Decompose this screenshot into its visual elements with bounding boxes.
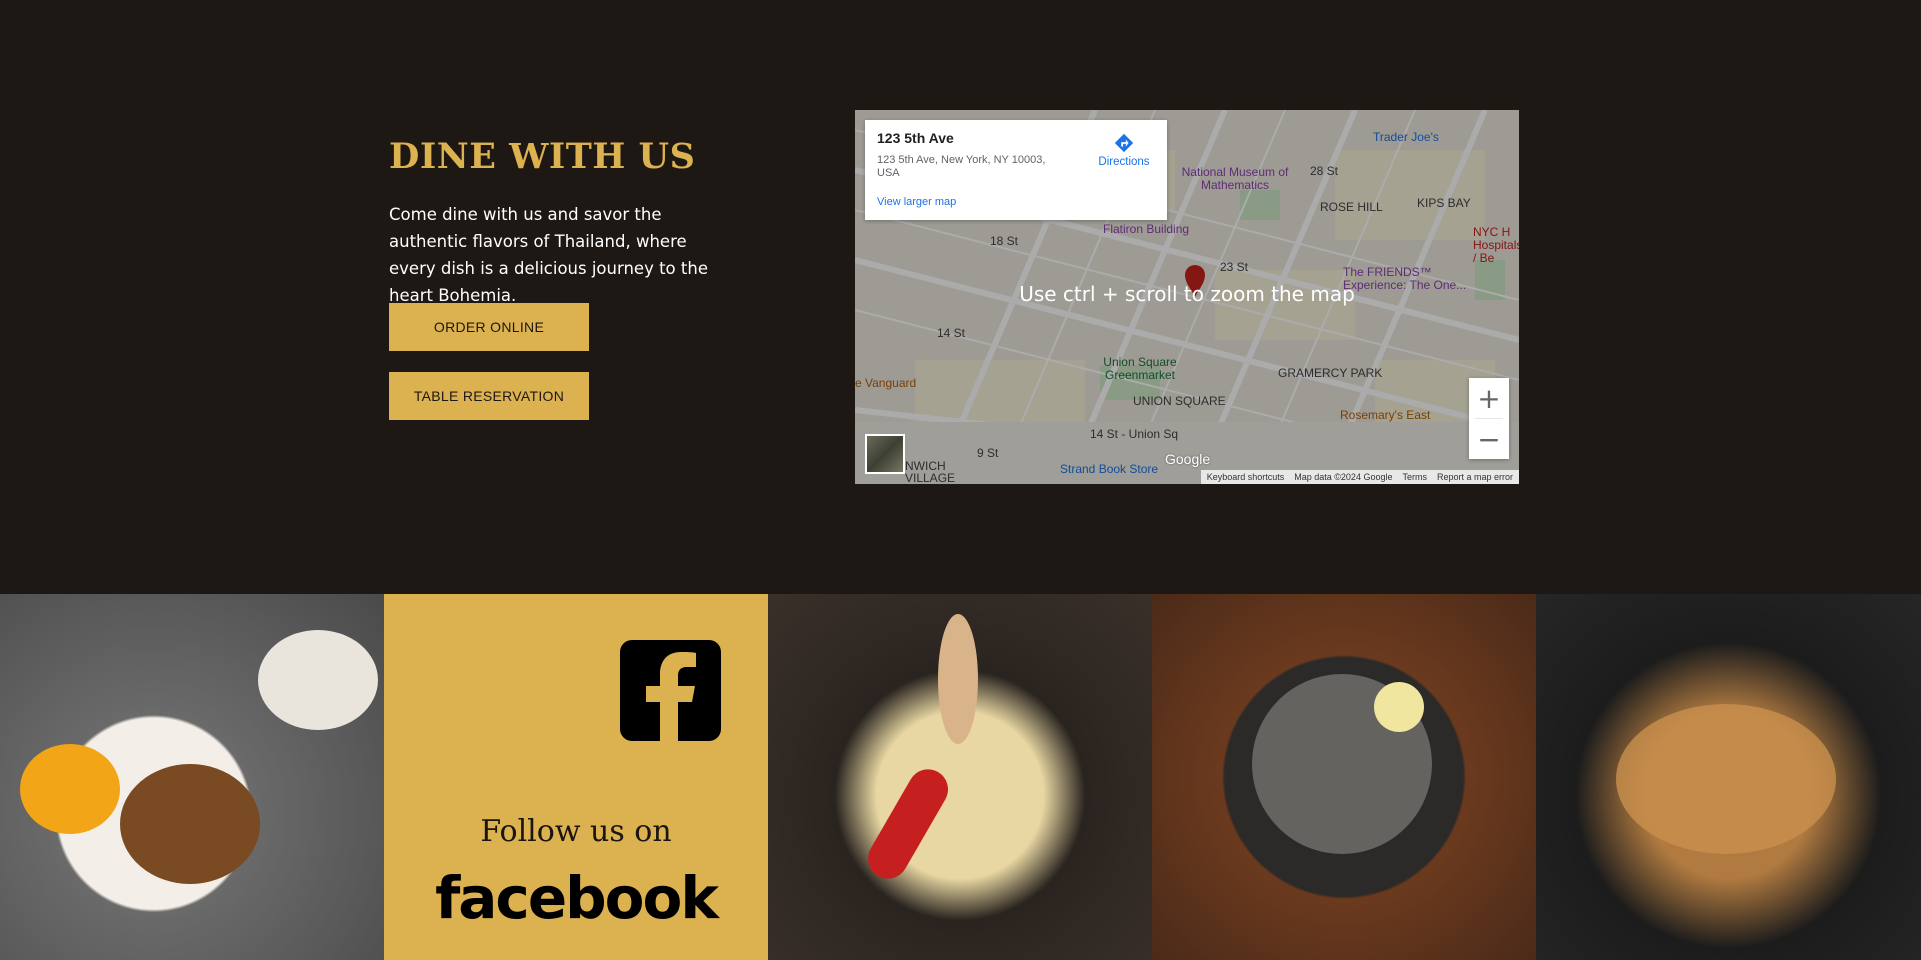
directions-icon — [1114, 133, 1134, 153]
galangal-slice-shape — [938, 614, 978, 744]
map-data-text: Map data ©2024 Google — [1294, 472, 1393, 482]
google-logo: Google — [1165, 451, 1211, 467]
facebook-icon — [620, 640, 721, 741]
zoom-out-button[interactable]: − — [1469, 419, 1509, 459]
map-info-card: 123 5th Ave 123 5th Ave, New York, NY 10… — [865, 120, 1167, 220]
clams-shape — [1616, 704, 1836, 854]
gallery-photo-basil-rice — [0, 594, 384, 960]
facebook-tile[interactable]: Follow us on facebook — [384, 594, 768, 960]
terms-link[interactable]: Terms — [1402, 472, 1427, 482]
map-place-address: 123 5th Ave, New York, NY 10003, USA — [877, 154, 1046, 179]
section-heading: DINE WITH US — [389, 136, 696, 177]
photo-gallery: Follow us on facebook — [0, 594, 1921, 960]
order-online-button[interactable]: ORDER ONLINE — [389, 303, 589, 351]
fried-egg-shape — [20, 744, 120, 834]
lemon-slice-shape — [1374, 682, 1424, 732]
view-larger-map-link[interactable]: View larger map — [877, 196, 956, 208]
google-map[interactable]: Trader Joe's National Museum of Mathemat… — [855, 110, 1519, 484]
gallery-photo-clams — [1536, 594, 1921, 960]
map-zoom-hint: Use ctrl + scroll to zoom the map — [1019, 282, 1355, 306]
table-reservation-button[interactable]: TABLE RESERVATION — [389, 372, 589, 420]
gallery-photo-curry — [768, 594, 1152, 960]
keyboard-shortcuts-link[interactable]: Keyboard shortcuts — [1207, 472, 1285, 482]
directions-button[interactable]: Directions — [1089, 132, 1159, 168]
follow-us-text: Follow us on — [480, 814, 672, 849]
gallery-photo-soup — [1152, 594, 1536, 960]
facebook-wordmark: facebook — [435, 864, 719, 932]
chili-shape — [860, 762, 956, 886]
dine-section: DINE WITH US Come dine with us and savor… — [0, 0, 1921, 594]
map-zoom-controls: + − — [1469, 378, 1509, 459]
report-error-link[interactable]: Report a map error — [1437, 472, 1513, 482]
directions-label: Directions — [1098, 156, 1150, 168]
satellite-toggle[interactable] — [865, 434, 905, 474]
zoom-in-button[interactable]: + — [1469, 378, 1509, 418]
section-description: Come dine with us and savor the authenti… — [389, 205, 708, 305]
map-attribution: Keyboard shortcuts Map data ©2024 Google… — [1200, 470, 1519, 484]
sauce-bowl-shape — [258, 630, 378, 730]
map-place-title: 123 5th Ave — [877, 130, 954, 146]
stir-fry-shape — [120, 764, 260, 884]
